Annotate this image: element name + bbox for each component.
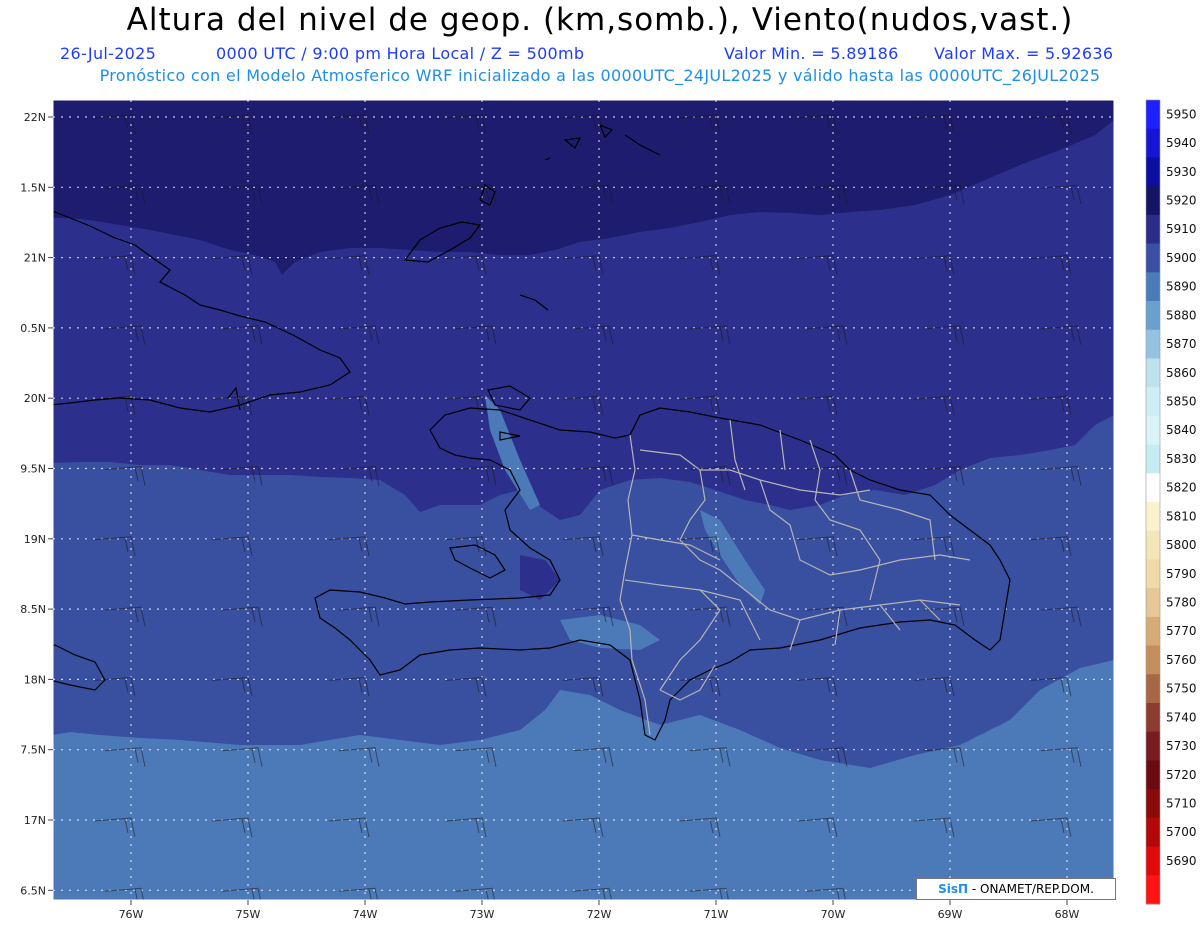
colorbar-label: 5940 xyxy=(1166,136,1197,150)
colorbar-label: 5910 xyxy=(1166,222,1197,236)
colorbar-swatch xyxy=(1146,186,1160,216)
colorbar-swatch xyxy=(1146,128,1160,158)
colorbar-swatch xyxy=(1146,415,1160,446)
colorbar-swatch xyxy=(1146,502,1160,532)
colorbar-swatch xyxy=(1146,157,1160,187)
lat-label: 8.5N xyxy=(20,603,46,616)
credit-text: - ONAMET/REP.DOM. xyxy=(968,882,1094,896)
lon-label: 73W xyxy=(470,908,495,921)
colorbar-label: 5870 xyxy=(1166,337,1197,351)
colorbar-label: 5780 xyxy=(1166,596,1197,610)
colorbar-label: 5890 xyxy=(1166,280,1197,294)
colorbar-swatch xyxy=(1146,329,1160,359)
colorbar-label: 5950 xyxy=(1166,107,1197,121)
colorbar-label: 5880 xyxy=(1166,308,1197,322)
lat-label: 19N xyxy=(24,533,46,546)
colorbar-label: 5790 xyxy=(1166,567,1197,581)
colorbar-label: 5750 xyxy=(1166,682,1197,696)
latitude-labels: 22N 1.5N 21N 0.5N 20N 9.5N 19N 8.5N 18N 7.5N 17N 6.… xyxy=(20,111,53,897)
colorbar-swatch xyxy=(1146,301,1160,331)
colorbar-swatch xyxy=(1146,616,1160,647)
lon-label: 71W xyxy=(704,908,729,921)
colorbar-label: 5730 xyxy=(1166,739,1197,753)
lon-label: 69W xyxy=(938,908,963,921)
colorbar-swatch xyxy=(1146,473,1160,503)
lon-label: 72W xyxy=(587,908,612,921)
colorbar-label: 5900 xyxy=(1166,251,1197,265)
colorbar-swatch xyxy=(1146,674,1160,704)
colorbar-swatch xyxy=(1146,875,1160,905)
colorbar-swatch xyxy=(1146,387,1160,417)
colorbar-label: 5700 xyxy=(1166,825,1197,839)
lat-label: 1.5N xyxy=(20,181,46,194)
colorbar-swatch xyxy=(1146,243,1160,273)
credit-box: SisΠ - ONAMET/REP.DOM. xyxy=(916,878,1116,900)
colorbar-swatch xyxy=(1146,559,1160,589)
colorbar-label: 5820 xyxy=(1166,481,1197,495)
lon-label: 70W xyxy=(821,908,846,921)
coastline-puerto-rico xyxy=(1113,638,1114,640)
colorbar-swatch xyxy=(1146,846,1160,876)
colorbar-label: 5710 xyxy=(1166,797,1197,811)
lat-label: 22N xyxy=(24,111,46,124)
colorbar-swatch xyxy=(1146,760,1160,790)
colorbar-label: 5930 xyxy=(1166,165,1197,179)
colorbar-label: 5860 xyxy=(1166,366,1197,380)
lat-label: 18N xyxy=(24,673,46,686)
colorbar-swatch xyxy=(1146,588,1160,618)
lat-label: 9.5N xyxy=(20,463,46,476)
colorbar-label: 5850 xyxy=(1166,395,1197,409)
colorbar-swatch xyxy=(1146,444,1160,474)
lat-label: 20N xyxy=(24,392,46,405)
lat-label: 21N xyxy=(24,252,46,265)
colorbar-label: 5800 xyxy=(1166,538,1197,552)
colorbar-label: 5920 xyxy=(1166,194,1197,208)
lon-label: 68W xyxy=(1055,908,1080,921)
colorbar-swatch xyxy=(1146,358,1160,388)
colorbar-swatch xyxy=(1146,817,1160,848)
colorbar-label: 5840 xyxy=(1166,423,1197,437)
colorbar: 5950 5940 5930 5920 5910 5900 5890 5880 5870 5860… xyxy=(1145,99,1197,905)
colorbar-swatch xyxy=(1146,731,1160,761)
colorbar-swatch xyxy=(1146,214,1160,245)
longitude-labels: 76W 75W 74W 73W 72W 71W 70W 69W 68W xyxy=(119,900,1080,921)
colorbar-label: 5770 xyxy=(1166,624,1197,638)
colorbar-label: 5690 xyxy=(1166,854,1197,868)
lon-label: 74W xyxy=(353,908,378,921)
geopotential-map: 76W 75W 74W 73W 72W 71W 70W 69W 68W 22N 1.5N 21N 0.… xyxy=(20,99,1197,921)
lat-label: 0.5N xyxy=(20,322,46,335)
lon-label: 76W xyxy=(119,908,144,921)
colorbar-swatch xyxy=(1146,789,1160,819)
colorbar-label: 5810 xyxy=(1166,509,1197,523)
colorbar-label: 5830 xyxy=(1166,452,1197,466)
lat-label: 7.5N xyxy=(20,744,46,757)
colorbar-label: 5720 xyxy=(1166,768,1197,782)
lon-label: 75W xyxy=(236,908,261,921)
shaded-field xyxy=(53,100,1114,900)
colorbar-swatch xyxy=(1146,703,1160,733)
lat-label: 6.5N xyxy=(20,884,46,897)
sispi-logo: SisΠ xyxy=(938,882,969,896)
colorbar-label: 5760 xyxy=(1166,653,1197,667)
colorbar-swatch xyxy=(1146,100,1160,130)
colorbar-swatch xyxy=(1146,645,1160,675)
colorbar-swatch xyxy=(1146,530,1160,560)
lat-label: 17N xyxy=(24,814,46,827)
colorbar-swatch xyxy=(1146,272,1160,302)
colorbar-label: 5740 xyxy=(1166,710,1197,724)
